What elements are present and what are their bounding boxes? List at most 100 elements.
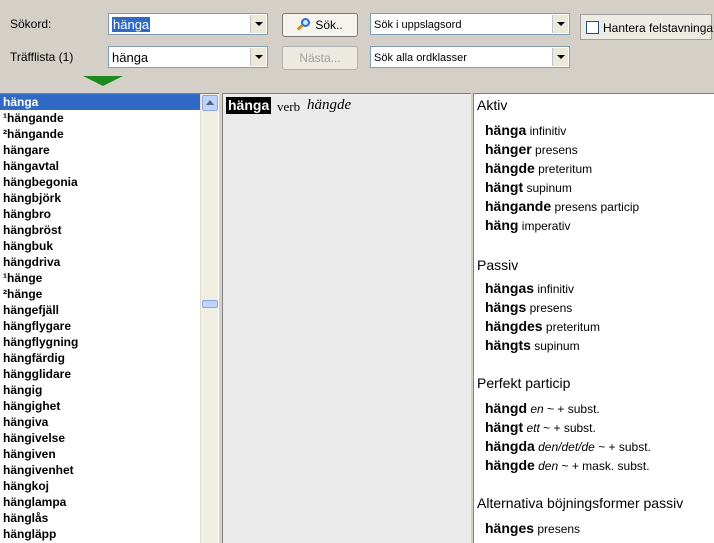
word-class-value: Sök alla ordklasser bbox=[374, 52, 467, 64]
inflection-form: hängs presens bbox=[485, 299, 572, 315]
hitlist-label: Träfflista (1) bbox=[10, 50, 74, 64]
list-item[interactable]: hänga bbox=[0, 94, 200, 110]
form-description: imperativ bbox=[521, 219, 571, 233]
list-item[interactable]: ²hänge bbox=[0, 286, 200, 302]
list-item[interactable]: hängig bbox=[0, 382, 200, 398]
inflection-form: hänga infinitiv bbox=[485, 122, 566, 138]
form-description: ~ + subst. bbox=[543, 421, 596, 435]
form-description: infinitiv bbox=[537, 282, 575, 296]
form-word: hängdes bbox=[485, 318, 543, 334]
list-item[interactable]: hänglampa bbox=[0, 494, 200, 510]
form-description: presens bbox=[537, 522, 581, 536]
scrollbar[interactable] bbox=[200, 94, 218, 543]
entry-past-form: hängde bbox=[307, 97, 352, 113]
form-word: hängts bbox=[485, 337, 531, 353]
form-article: ett bbox=[526, 421, 540, 435]
list-item[interactable]: ¹hänge bbox=[0, 270, 200, 286]
form-word: hänger bbox=[485, 141, 532, 157]
list-item[interactable]: hängighet bbox=[0, 398, 200, 414]
form-word: hängs bbox=[485, 299, 527, 315]
list-item[interactable]: hängiva bbox=[0, 414, 200, 430]
form-description: ~ + mask. subst. bbox=[561, 459, 650, 473]
chevron-down-icon[interactable] bbox=[250, 15, 266, 33]
list-item[interactable]: hängiven bbox=[0, 446, 200, 462]
section-title-perfekt: Perfekt particip bbox=[477, 375, 571, 391]
form-word: hängt bbox=[485, 179, 524, 195]
list-item[interactable]: hängbröst bbox=[0, 222, 200, 238]
inflection-form: hängts supinum bbox=[485, 337, 580, 353]
list-item[interactable]: hängivelse bbox=[0, 430, 200, 446]
misspelling-checkbox[interactable] bbox=[586, 21, 599, 34]
word-list-pane: hänga ¹hängande ²hängande hängare hängavtal h… bbox=[0, 93, 219, 543]
scroll-thumb[interactable] bbox=[202, 300, 218, 308]
form-word: hängde bbox=[485, 160, 535, 176]
list-item[interactable]: hängflygning bbox=[0, 334, 200, 350]
inflection-form: hängt supinum bbox=[485, 179, 572, 195]
entry-pos: verb bbox=[277, 99, 301, 114]
next-button[interactable]: Nästa... bbox=[282, 46, 358, 70]
search-label: Sökord: bbox=[10, 17, 52, 31]
list-item[interactable]: hängkoj bbox=[0, 478, 200, 494]
inflection-form: hängd en ~ + subst. bbox=[485, 400, 600, 416]
form-description: presens particip bbox=[554, 200, 640, 214]
chevron-down-icon[interactable] bbox=[552, 15, 568, 33]
inflection-form: hängt ett ~ + subst. bbox=[485, 419, 596, 435]
form-description: supinum bbox=[526, 181, 572, 195]
search-input[interactable]: hänga bbox=[112, 17, 151, 32]
scroll-up-arrow-icon[interactable] bbox=[202, 95, 218, 111]
misspelling-option[interactable]: Hantera felstavningar bbox=[580, 14, 714, 40]
next-button-label: Nästa... bbox=[299, 51, 341, 65]
section-title-alt: Alternativa böjningsformer passiv bbox=[477, 495, 684, 511]
magnifier-icon bbox=[297, 18, 311, 32]
hitlist-combo[interactable]: hänga bbox=[108, 46, 268, 68]
list-item[interactable]: hängare bbox=[0, 142, 200, 158]
search-mode-select[interactable]: Sök i uppslagsord bbox=[370, 13, 570, 35]
search-mode-value: Sök i uppslagsord bbox=[374, 19, 462, 31]
search-combo[interactable]: hänga bbox=[108, 13, 268, 35]
list-item[interactable]: hängglidare bbox=[0, 366, 200, 382]
inflection-form: hängde den ~ + mask. subst. bbox=[485, 457, 650, 473]
list-item[interactable]: hängfärdig bbox=[0, 350, 200, 366]
list-item[interactable]: hängbjörk bbox=[0, 190, 200, 206]
inflection-form: hängde preteritum bbox=[485, 160, 592, 176]
chevron-down-icon[interactable] bbox=[250, 48, 266, 66]
list-item[interactable]: hängflygare bbox=[0, 318, 200, 334]
list-item[interactable]: hängavtal bbox=[0, 158, 200, 174]
inflection-form: hängda den/det/de ~ + subst. bbox=[485, 438, 651, 454]
list-item[interactable]: hängbuk bbox=[0, 238, 200, 254]
form-description: presens bbox=[529, 301, 573, 315]
list-item[interactable]: ¹hängande bbox=[0, 110, 200, 126]
green-down-arrow-icon bbox=[83, 76, 123, 86]
list-item[interactable]: hänglås bbox=[0, 510, 200, 526]
entry-pane: hänga verb hängde bbox=[222, 93, 471, 543]
misspelling-label: Hantera felstavningar bbox=[603, 21, 714, 35]
inflection-pane: Aktiv hänga infinitiv hänger presens hängde… bbox=[473, 93, 714, 543]
form-word: hängas bbox=[485, 280, 535, 296]
list-item[interactable]: hängefjäll bbox=[0, 302, 200, 318]
search-button[interactable]: Sök.. bbox=[282, 13, 358, 37]
form-article: den/det/de bbox=[538, 440, 595, 454]
chevron-down-icon[interactable] bbox=[552, 48, 568, 66]
form-description: presens bbox=[535, 143, 578, 157]
list-item[interactable]: hängläpp bbox=[0, 526, 200, 542]
list-item[interactable]: hängbro bbox=[0, 206, 200, 222]
list-item[interactable]: ²hängande bbox=[0, 126, 200, 142]
form-word: hängda bbox=[485, 438, 535, 454]
form-description: supinum bbox=[534, 339, 580, 353]
word-list[interactable]: hänga ¹hängande ²hängande hängare hängavtal h… bbox=[0, 94, 200, 542]
section-title-passiv: Passiv bbox=[477, 257, 519, 273]
form-article: en bbox=[530, 402, 544, 416]
inflection-form: hängdes preteritum bbox=[485, 318, 600, 334]
inflection-form: hänger presens bbox=[485, 141, 578, 157]
form-word: hänges bbox=[485, 520, 535, 536]
list-item[interactable]: hängbegonia bbox=[0, 174, 200, 190]
hitlist-value[interactable]: hänga bbox=[112, 50, 148, 65]
form-word: hängde bbox=[485, 457, 535, 473]
entry-headword: hänga bbox=[226, 97, 272, 114]
form-description: infinitiv bbox=[529, 124, 567, 138]
form-word: hängande bbox=[485, 198, 552, 214]
list-item[interactable]: hängdriva bbox=[0, 254, 200, 270]
form-word: häng bbox=[485, 217, 519, 233]
list-item[interactable]: hängivenhet bbox=[0, 462, 200, 478]
word-class-select[interactable]: Sök alla ordklasser bbox=[370, 46, 570, 68]
